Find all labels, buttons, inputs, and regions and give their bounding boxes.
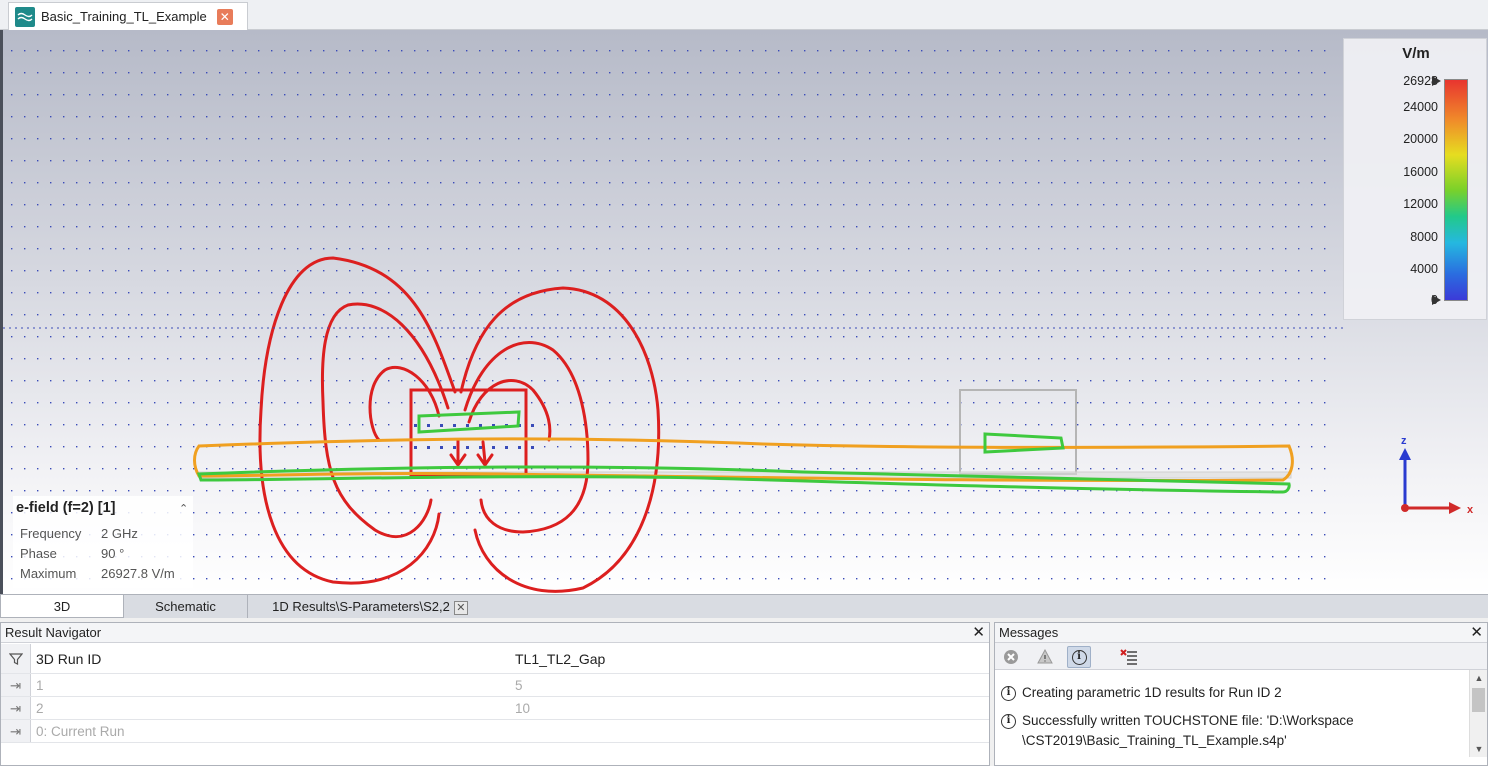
warning-filter-icon[interactable]: [1033, 646, 1057, 668]
green-strip-right: [983, 432, 1065, 454]
column-header[interactable]: 3D Run ID: [36, 644, 101, 674]
legend-tick: 12000: [1403, 197, 1438, 211]
document-tab[interactable]: Basic_Training_TL_Example ✕: [8, 2, 248, 30]
info-row-maximum: Maximum 26927.8 V/m: [20, 566, 175, 581]
gap-value: 10: [515, 701, 531, 716]
info-row-frequency: Frequency 2 GHz: [20, 526, 138, 541]
red-annotation-loops: [258, 256, 661, 593]
arrow-down-2: [476, 440, 494, 468]
scroll-up-icon[interactable]: ▲: [1470, 670, 1488, 686]
result-title: e-field (f=2) [1]: [16, 500, 116, 516]
table-row[interactable]: ⇥ 0: Current Run: [1, 720, 989, 743]
panel-title: Messages: [999, 625, 1059, 640]
info-value: 2 GHz: [101, 526, 138, 541]
port-box-right: [959, 389, 1077, 475]
info-icon: i: [1001, 685, 1016, 701]
info-value: 26927.8 V/m: [101, 566, 175, 581]
axis-triad: z x: [1399, 435, 1474, 516]
table-header: 3D Run ID TL1_TL2_Gap: [1, 644, 989, 674]
message-text: Successfully written TOUCHSTONE file: 'D…: [1022, 713, 1354, 728]
scroll-down-icon[interactable]: ▼: [1470, 741, 1488, 757]
pin-icon[interactable]: ⇥: [1, 697, 31, 719]
e-field-arrows: [11, 50, 1326, 580]
gap-value: 5: [515, 678, 523, 693]
message-text: \CST2019\Basic_Training_TL_Example.s4p': [1022, 733, 1287, 748]
run-id: 1: [36, 678, 44, 693]
info-filter-icon[interactable]: i: [1067, 646, 1091, 668]
messages-toolbar: i: [995, 643, 1487, 670]
collapse-icon[interactable]: ⌃: [179, 502, 188, 515]
tab-s-parameters[interactable]: 1D Results\S-Parameters\S2,2 ✕: [250, 595, 490, 618]
close-icon[interactable]: ✕: [453, 600, 468, 615]
tab-3d[interactable]: 3D: [0, 595, 124, 618]
legend-tick: 24000: [1403, 100, 1438, 114]
loop-inner-left: [368, 365, 441, 442]
legend-min-marker[interactable]: [1432, 295, 1441, 305]
legend-tick: 20000: [1403, 132, 1438, 146]
panel-header: Messages ✕: [995, 623, 1487, 643]
3d-viewport[interactable]: z x V/m 26928 24000 20000 16000 12000 80…: [0, 30, 1488, 594]
green-trace-outline: [196, 465, 1291, 494]
info-icon: i: [1001, 713, 1016, 729]
scroll-thumb[interactable]: [1472, 688, 1485, 712]
message-item[interactable]: i Creating parametric 1D results for Run …: [1001, 685, 1282, 701]
axis-x-label: x: [1467, 504, 1474, 516]
error-filter-icon[interactable]: [999, 646, 1023, 668]
info-value: 90 °: [101, 546, 125, 561]
tab-label: Schematic: [155, 599, 216, 614]
table-row[interactable]: ⇥ 2 10: [1, 697, 989, 720]
info-label: Frequency: [20, 526, 82, 541]
run-id: 0: Current Run: [36, 724, 125, 739]
legend-tick: 16000: [1403, 165, 1438, 179]
pin-icon[interactable]: ⇥: [1, 674, 31, 696]
result-navigator-table: 3D Run ID TL1_TL2_Gap ⇥ 1 5 ⇥ 2 10 ⇥ 0: …: [1, 644, 989, 743]
table-row[interactable]: ⇥ 1 5: [1, 674, 989, 697]
result-navigator-panel: Result Navigator ✕ 3D Run ID TL1_TL2_Gap…: [0, 622, 990, 766]
message-text: Creating parametric 1D results for Run I…: [1022, 685, 1282, 700]
color-legend: V/m 26928 24000 20000 16000 12000 8000 4…: [1343, 38, 1487, 320]
message-item-continuation[interactable]: \CST2019\Basic_Training_TL_Example.s4p': [1022, 733, 1287, 748]
cst-app-icon: [15, 6, 35, 27]
legend-tick: 4000: [1410, 262, 1438, 276]
info-label: Maximum: [20, 566, 77, 581]
legend-color-bar: [1444, 79, 1468, 301]
info-label: Phase: [20, 546, 57, 561]
filter-icon[interactable]: [1, 644, 31, 673]
messages-scrollbar[interactable]: ▲ ▼: [1469, 670, 1487, 757]
loop-outer-left: [258, 256, 457, 585]
run-id: 2: [36, 701, 44, 716]
info-row-phase: Phase 90 °: [20, 546, 124, 561]
info-icon: i: [1071, 649, 1087, 665]
close-icon[interactable]: ✕: [972, 623, 985, 643]
axis-z-label: z: [1401, 435, 1407, 447]
messages-panel: Messages ✕ i i Creating parametric 1D res…: [994, 622, 1488, 766]
column-header[interactable]: TL1_TL2_Gap: [515, 644, 605, 674]
field-scene: z x: [3, 50, 1474, 593]
legend-unit: V/m: [1402, 45, 1430, 62]
close-icon[interactable]: ✕: [216, 8, 233, 25]
legend-tick: 8000: [1410, 230, 1438, 244]
loop-mid-left: [320, 302, 450, 538]
document-tabstrip: Basic_Training_TL_Example ✕: [0, 0, 1488, 30]
arrow-down: [449, 438, 467, 468]
tab-label: 1D Results\S-Parameters\S2,2: [272, 599, 450, 614]
panel-title: Result Navigator: [5, 625, 102, 640]
clear-messages-icon[interactable]: [1117, 646, 1141, 668]
panel-header: Result Navigator ✕: [1, 623, 989, 643]
document-tab-title: Basic_Training_TL_Example: [41, 9, 207, 24]
pin-icon[interactable]: ⇥: [1, 720, 31, 742]
tab-schematic[interactable]: Schematic: [124, 595, 248, 618]
message-item[interactable]: i Successfully written TOUCHSTONE file: '…: [1001, 713, 1354, 729]
view-tabs: 3D Schematic 1D Results\S-Parameters\S2,…: [0, 594, 1488, 618]
result-info-overlay: e-field (f=2) [1] ⌃ Frequency 2 GHz Phase…: [13, 496, 193, 588]
close-icon[interactable]: ✕: [1470, 623, 1483, 643]
legend-max-marker[interactable]: [1432, 76, 1441, 86]
tab-label: 3D: [53, 599, 71, 614]
